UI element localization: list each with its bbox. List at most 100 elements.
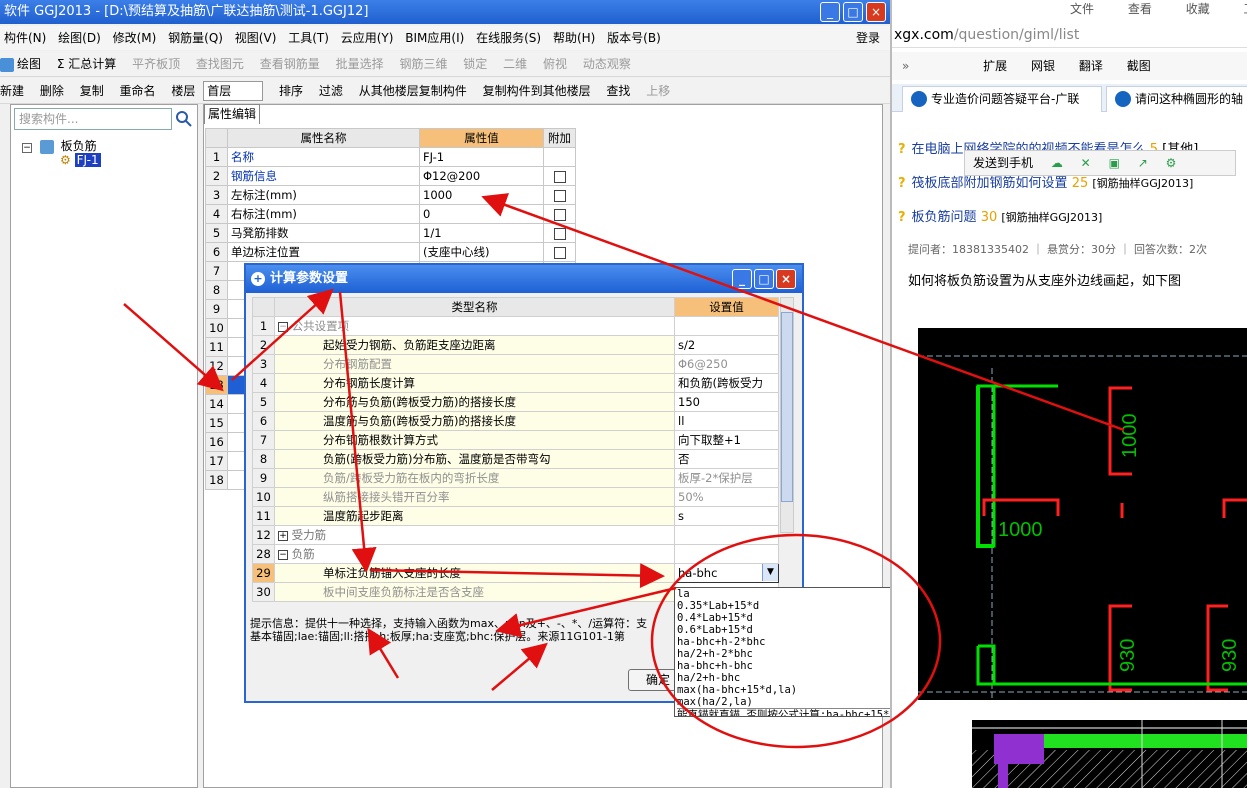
dropdown-option[interactable]: ha/2+h-bhc [677, 672, 919, 684]
orbit-button[interactable]: 动态观察 [583, 57, 631, 71]
search-input[interactable]: 搜索构件... [14, 108, 172, 130]
screenshot-button[interactable]: 截图 [1127, 59, 1151, 73]
dropdown-option[interactable]: 0.4*Lab+15*d [677, 612, 919, 624]
menu-view[interactable]: 视图(V) [235, 31, 277, 45]
ebank-button[interactable]: 网银 [1031, 59, 1055, 73]
dialog-maximize-button[interactable]: □ [754, 269, 774, 289]
dialog-close-button[interactable]: × [776, 269, 796, 289]
tab-glodon-qa[interactable]: 专业造价问题答疑平台-广联 [902, 86, 1102, 112]
expand-icon[interactable]: ✕ [1081, 156, 1091, 170]
maximize-button[interactable]: □ [843, 2, 863, 22]
dropdown-option[interactable]: 能直锚就直锚,否则按公式计算:ha-bhc+15*d [677, 708, 919, 716]
menu-draw[interactable]: 绘图(D) [58, 31, 101, 45]
table-row[interactable]: 3 左标注(mm) 1000 [205, 185, 576, 205]
sort-button[interactable]: 排序 [279, 84, 303, 98]
menu-online[interactable]: 在线服务(S) [476, 31, 541, 45]
checkbox[interactable] [553, 170, 566, 183]
checkbox[interactable] [553, 189, 566, 202]
dialog-scrollbar[interactable] [780, 297, 794, 533]
table-row[interactable]: 6 单边标注位置 (支座中心线) [205, 242, 576, 262]
share-icon[interactable]: ↗ [1138, 156, 1148, 170]
copy-button[interactable]: 复制 [80, 84, 104, 98]
menu-modify[interactable]: 修改(M) [113, 31, 157, 45]
menu-component[interactable]: 构件(N) [4, 31, 46, 45]
menu-view[interactable]: 查看 [1128, 2, 1152, 16]
dropdown-option[interactable]: ha-bhc+h-2*bhc [677, 636, 919, 648]
tab-property-edit[interactable]: 属性编辑 [204, 104, 260, 124]
dropdown-option[interactable]: 0.6*Lab+15*d [677, 624, 919, 636]
table-row[interactable]: 3 分布钢筋配置 Φ6@250 [252, 354, 779, 374]
address-bar[interactable]: xgx.com/question/giml/list [892, 22, 1247, 48]
table-row[interactable]: 1− 公共设置项 [252, 316, 779, 336]
menu-rebar[interactable]: 钢筋量(Q) [168, 31, 223, 45]
view-rebar-button[interactable]: 查看钢筋量 [260, 57, 320, 71]
find-button[interactable]: 查找 [606, 84, 630, 98]
batch-select-button[interactable]: 批量选择 [336, 57, 384, 71]
menu-bim[interactable]: BIM应用(I) [405, 31, 464, 45]
draw-button[interactable]: 绘图 [0, 57, 41, 72]
send-to-phone-button[interactable]: 发送到手机 [973, 156, 1033, 170]
collapse-icon[interactable]: − [278, 549, 288, 560]
dropdown-option[interactable]: max(ha-bhc+15*d,la) [677, 684, 919, 696]
question-link[interactable]: ? 板负筋问题 30 [钢筋抽样GGJ2013] [898, 206, 1102, 225]
align-top-button[interactable]: 平齐板顶 [132, 57, 180, 71]
copy-to-floor-button[interactable]: 复制构件到其他楼层 [483, 84, 591, 98]
view-2d-select[interactable]: 二维 [503, 57, 527, 71]
save-icon[interactable]: ▣ [1109, 156, 1120, 170]
move-up-button[interactable]: 上移 [646, 84, 670, 98]
table-row[interactable]: 2 钢筋信息 Φ12@200 [205, 166, 576, 186]
find-element-button[interactable]: 查找图元 [196, 57, 244, 71]
copy-from-floor-button[interactable]: 从其他楼层复制构件 [359, 84, 467, 98]
login-link[interactable]: 登录 [856, 26, 880, 50]
tree-item-fj1[interactable]: ⚙ FJ-1 [60, 153, 101, 167]
menu-tools[interactable]: 工具(T) [288, 31, 329, 45]
top-view-button[interactable]: 俯视 [543, 57, 567, 71]
expand-icon[interactable]: + [278, 530, 288, 541]
floor-select[interactable]: 首层 [203, 81, 264, 101]
menu-version[interactable]: 版本号(B) [607, 31, 661, 45]
table-row[interactable]: 4 右标注(mm) 0 [205, 204, 576, 224]
table-row[interactable]: 5 分布筋与负筋(跨板受力筋)的搭接长度 150 [252, 392, 779, 412]
dropdown-option[interactable]: la [677, 588, 919, 600]
search-icon[interactable] [174, 109, 194, 129]
table-row[interactable]: 10 纵筋搭接接头错开百分率 50% [252, 487, 779, 507]
menu-help[interactable]: 帮助(H) [553, 31, 595, 45]
dropdown-option[interactable]: max(ha/2,la) [677, 696, 919, 708]
anchor-length-select[interactable]: ha-bhc ▼ [674, 563, 779, 583]
checkbox[interactable] [553, 208, 566, 221]
chevron-down-icon[interactable]: ▼ [762, 564, 778, 581]
close-button[interactable]: × [866, 2, 886, 22]
table-row[interactable]: 4 分布钢筋长度计算 和负筋(跨板受力 [252, 373, 779, 393]
dropdown-option[interactable]: ha/2+h-2*bhc [677, 648, 919, 660]
table-row-selected[interactable]: 29 单标注负筋锚入支座的长度 ha-bhc ▼ [252, 563, 779, 583]
table-row[interactable]: 7 分布钢筋根数计算方式 向下取整+1 [252, 430, 779, 450]
menu-file[interactable]: 文件 [1070, 2, 1094, 16]
table-row[interactable]: 1 名称 FJ-1 [205, 147, 576, 167]
table-row[interactable]: 11 温度筋起步距离 s [252, 506, 779, 526]
delete-button[interactable]: 删除 [40, 84, 64, 98]
checkbox[interactable] [553, 246, 566, 259]
dropdown-option[interactable]: ha-bhc+h-bhc [677, 660, 919, 672]
gear-icon[interactable]: ⚙ [1166, 156, 1177, 170]
tree-root[interactable]: − 板负筋 [22, 137, 97, 154]
menu-cloud[interactable]: 云应用(Y) [341, 31, 394, 45]
table-row[interactable]: 2 起始受力钢筋、负筋距支座边距离 s/2 [252, 335, 779, 355]
lock-button[interactable]: 锁定 [463, 57, 487, 71]
table-row[interactable]: 9 负筋/跨板受力筋在板内的弯折长度 板厚-2*保护层 [252, 468, 779, 488]
table-row[interactable]: 28− 负筋 [252, 544, 779, 564]
table-row[interactable]: 6 温度筋与负筋(跨板受力筋)的搭接长度 ll [252, 411, 779, 431]
new-button[interactable]: 新建 [0, 84, 24, 98]
table-row[interactable]: 12 + 受力筋 [252, 525, 779, 545]
table-row[interactable]: 5 马凳筋排数 1/1 [205, 223, 576, 243]
minimize-button[interactable]: _ [820, 2, 840, 22]
dialog-minimize-button[interactable]: _ [732, 269, 752, 289]
summary-calc-button[interactable]: Σ 汇总计算 [57, 57, 116, 71]
dropdown-option[interactable]: 0.35*Lab+15*d [677, 600, 919, 612]
menu-tools[interactable]: 工具 [1244, 2, 1247, 16]
extensions-button[interactable]: 扩展 [983, 59, 1007, 73]
checkbox[interactable] [553, 227, 566, 240]
translate-button[interactable]: 翻译 [1079, 59, 1103, 73]
more-icon[interactable]: » [902, 59, 909, 73]
table-row[interactable]: 8 负筋(跨板受力筋)分布筋、温度筋是否带弯勾否 [252, 449, 779, 469]
rebar-3d-button[interactable]: 钢筋三维 [399, 57, 447, 71]
